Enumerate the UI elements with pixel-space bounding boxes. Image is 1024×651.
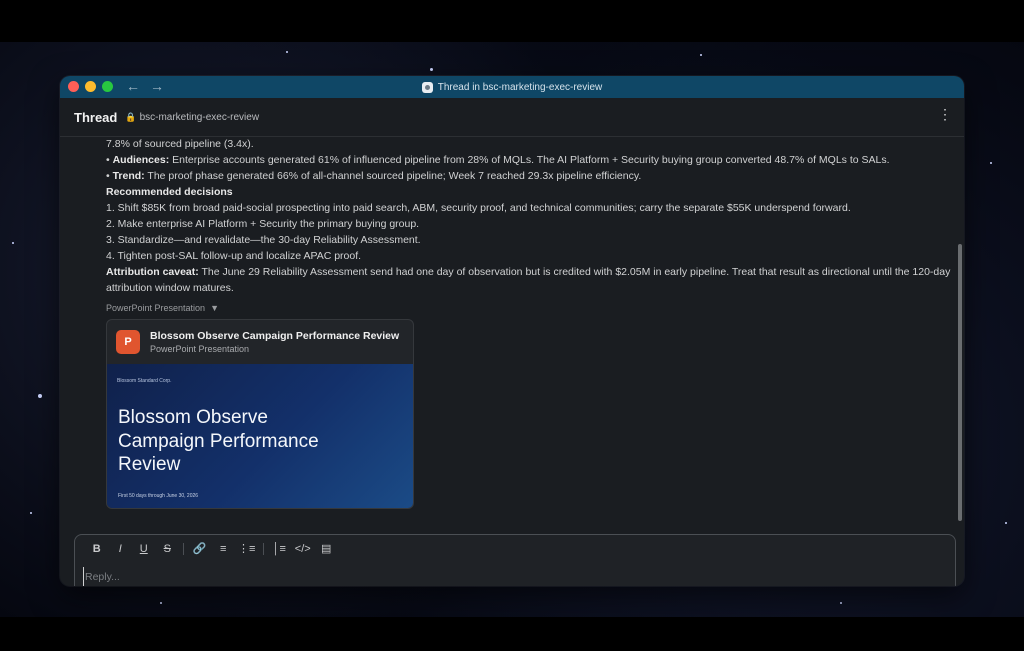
formatting-toolbar: B I U S 🔗 ≡ ⋮≡ │≡ </> ▤ <box>85 542 338 555</box>
channel-link[interactable]: bsc-marketing-exec-review <box>140 112 259 123</box>
window-title-area: Thread in bsc-marketing-exec-review <box>60 76 964 98</box>
caret-down-icon: ▼ <box>210 303 219 313</box>
toolbar-divider <box>262 542 264 555</box>
italic-icon[interactable]: I <box>109 543 133 555</box>
powerpoint-icon: P <box>116 330 140 354</box>
bullet-audiences: • Audiences: Enterprise accounts generat… <box>106 154 890 166</box>
attachment-card[interactable]: P Blossom Observe Campaign Performance R… <box>106 319 414 509</box>
blockquote-icon[interactable]: │≡ <box>268 543 292 555</box>
caveat-label: Attribution caveat: <box>106 266 199 278</box>
slide-title: Blossom Observe Campaign Performance Rev… <box>118 407 319 475</box>
bullet-text: The proof phase generated 66% of all-cha… <box>144 170 642 182</box>
toolbar-divider <box>183 542 184 555</box>
message-body: 7.8% of sourced pipeline (3.4x). • Audie… <box>106 136 956 524</box>
window-titlebar: ← → Thread in bsc-marketing-exec-review <box>60 76 964 98</box>
attachment-title[interactable]: Blossom Observe Campaign Performance Rev… <box>150 329 399 343</box>
underline-icon[interactable]: U <box>132 543 156 555</box>
attachment-header: P Blossom Observe Campaign Performance R… <box>107 320 413 364</box>
window-title: Thread in bsc-marketing-exec-review <box>437 81 603 93</box>
app-icon <box>421 81 433 93</box>
message-partial-line: 7.8% of sourced pipeline (3.4x). <box>106 138 254 150</box>
attachment-meta: Blossom Observe Campaign Performance Rev… <box>150 329 399 355</box>
bullet-trend: • Trend: The proof phase generated 66% o… <box>106 170 642 182</box>
reply-composer: B I U S 🔗 ≡ ⋮≡ │≡ </> ▤ <box>74 534 956 586</box>
code-block-icon[interactable]: ▤ <box>315 542 339 555</box>
decision-item: 3. Standardize—and revalidate—the 30-day… <box>106 234 421 246</box>
strikethrough-icon[interactable]: S <box>156 543 180 555</box>
attribution-caveat: Attribution caveat: The June 29 Reliabil… <box>106 264 956 296</box>
attachment-section-label: PowerPoint Presentation <box>106 303 206 313</box>
slide-preview[interactable]: Blossom Standard Corp. Blossom Observe C… <box>107 364 413 508</box>
decision-item: 2. Make enterprise AI Platform + Securit… <box>106 218 420 230</box>
decisions-heading: Recommended decisions <box>106 184 956 200</box>
reply-input[interactable] <box>83 567 587 586</box>
decisions-heading-text: Recommended decisions <box>106 186 233 198</box>
vertical-ellipsis-icon[interactable]: ⋮ <box>938 107 952 121</box>
thread-title: Thread <box>74 109 118 125</box>
attachment-toggle[interactable]: PowerPoint Presentation ▼ <box>106 300 956 316</box>
attachment-type: PowerPoint Presentation <box>150 344 250 354</box>
slide-footer: First 50 days through June 30, 2026 <box>118 493 199 499</box>
bullet-label: Audiences: <box>112 154 170 166</box>
lock-icon: 🔒 <box>125 111 137 122</box>
thread-header: Thread 🔒 bsc-marketing-exec-review ⋮ <box>60 98 964 137</box>
bold-icon[interactable]: B <box>85 543 109 555</box>
bullet-text: Enterprise accounts generated 61% of inf… <box>169 154 890 166</box>
decision-item: 4. Tighten post-SAL follow-up and locali… <box>106 250 362 262</box>
code-icon[interactable]: </> <box>291 543 315 555</box>
link-icon[interactable]: 🔗 <box>188 542 212 555</box>
bullet-label: Trend: <box>112 170 145 182</box>
bulleted-list-icon[interactable]: ⋮≡ <box>235 542 259 555</box>
thread-window: ← → Thread in bsc-marketing-exec-review … <box>60 76 964 586</box>
scrollbar-thumb[interactable] <box>958 244 962 521</box>
decision-item: 1. Shift $85K from broad paid-social pro… <box>106 202 851 214</box>
slide-corp-name: Blossom Standard Corp. <box>117 378 172 384</box>
caveat-text: The June 29 Reliability Assessment send … <box>106 266 951 294</box>
numbered-list-icon[interactable]: ≡ <box>212 543 236 555</box>
